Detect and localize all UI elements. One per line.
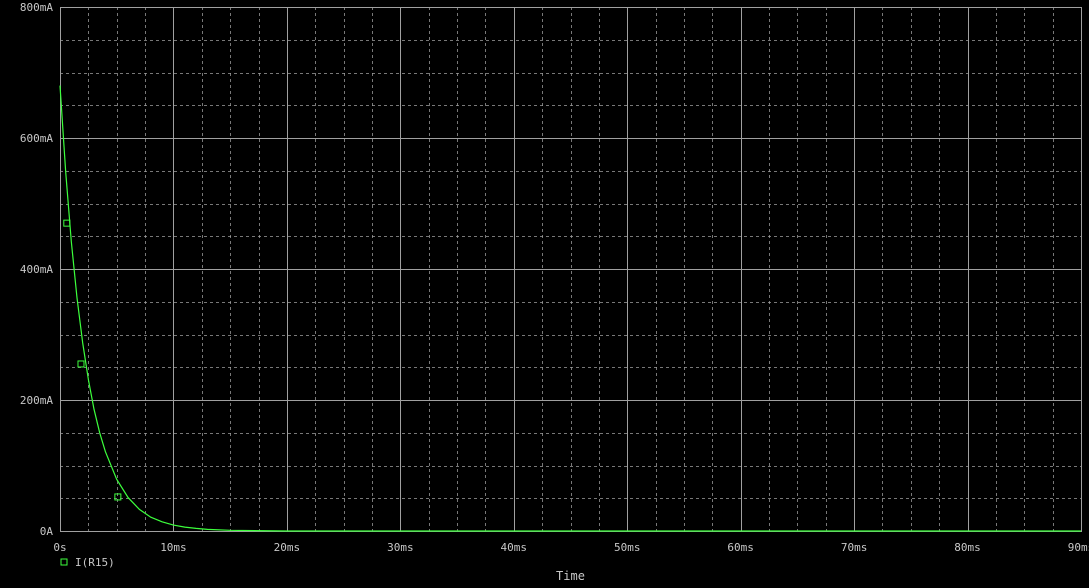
y-tick-label: 400mA <box>20 263 53 276</box>
series-marker <box>63 219 71 227</box>
y-tick-label: 0A <box>40 525 54 538</box>
x-axis-title: Time <box>556 569 585 583</box>
y-tick-label: 800mA <box>20 1 53 14</box>
x-tick-label: 40ms <box>501 541 528 554</box>
legend-marker <box>60 558 68 566</box>
y-tick-label: 600mA <box>20 132 53 145</box>
series-trace <box>59 85 1081 532</box>
x-tick-label: 60ms <box>727 541 754 554</box>
x-tick-label: 50ms <box>614 541 641 554</box>
x-tick-label: 20ms <box>274 541 301 554</box>
chart-plot: 0A 200mA 400mA 600mA 800mA 0s 10ms 20ms 30ms 40ms… <box>20 1 1089 583</box>
y-tick-label: 200mA <box>20 394 53 407</box>
x-tick-label: 80ms <box>954 541 981 554</box>
x-tick-label: 90ms <box>1068 541 1089 554</box>
x-tick-label: 70ms <box>841 541 868 554</box>
legend-label: I(R15) <box>75 556 115 569</box>
x-tick-label: 10ms <box>160 541 187 554</box>
x-tick-label: 30ms <box>387 541 414 554</box>
series-marker <box>77 360 85 368</box>
x-tick-label: 0s <box>53 541 66 554</box>
